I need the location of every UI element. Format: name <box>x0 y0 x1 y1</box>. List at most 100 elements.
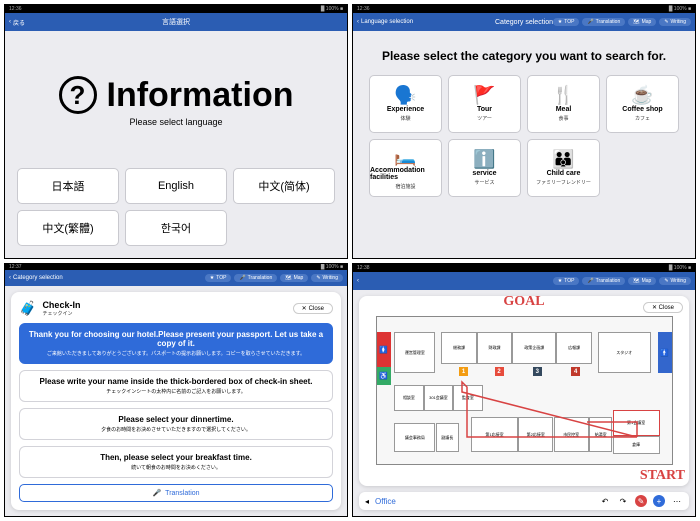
modal-subtitle: チェックイン <box>42 310 80 317</box>
category-coffee-shop[interactable]: ☕Coffee shopカフェ <box>606 75 679 133</box>
room: 第1応接室 <box>471 417 518 452</box>
lang-button-zh-tw[interactable]: 中文(繁體) <box>17 210 119 246</box>
map-canvas[interactable]: ✕ Close GOAL 🚺 ♿ 🚹 運営管理室 総務課 財政課 政策企画課 広… <box>359 296 689 487</box>
start-annotation: START <box>640 468 685 484</box>
step-2[interactable]: Please write your name inside the thick-… <box>19 370 333 402</box>
status-bar: 12:37█ 100% ■ <box>5 264 347 271</box>
page-title: Information <box>107 76 294 115</box>
category-service[interactable]: ℹ️serviceサービス <box>448 139 521 197</box>
room: 給湯室 <box>589 417 613 452</box>
room: 運営管理室 <box>394 332 435 373</box>
prev-button[interactable]: ◂ <box>365 497 369 506</box>
room: 政策企画課 <box>512 332 556 364</box>
category-child-care[interactable]: 👪Child careファミリーフレンドリー <box>527 139 600 197</box>
room: 監査室 <box>453 385 483 411</box>
navbar: ‹Language selection Category selection ★… <box>353 13 695 31</box>
category-icon: 🛏️ <box>394 147 416 165</box>
page-subtitle: Please select language <box>129 117 222 127</box>
category-icon: ℹ️ <box>473 150 495 168</box>
marker-4: 4 <box>571 367 580 376</box>
chevron-left-icon: ‹ <box>9 19 11 25</box>
undo-button[interactable]: ↶ <box>599 495 611 507</box>
more-button[interactable]: ⋯ <box>671 495 683 507</box>
room: 301会議室 <box>424 385 454 411</box>
category-experience[interactable]: 🗣️Experience体験 <box>369 75 442 133</box>
pill-writing[interactable]: ✎Writing <box>311 274 343 282</box>
room: 相談室 <box>394 385 424 411</box>
marker-3: 3 <box>533 367 542 376</box>
add-button[interactable]: + <box>653 495 665 507</box>
checkin-screen: 12:37█ 100% ■ ‹Category selection ★TOP 🎤… <box>4 263 348 518</box>
lang-button-en[interactable]: English <box>125 168 227 204</box>
nav-title: 言語選択 <box>162 17 190 27</box>
room-start: 第1会議室 <box>613 410 660 436</box>
restroom-male-icon: 🚹 <box>658 332 672 373</box>
pill-map[interactable]: 🗺Map <box>280 274 308 282</box>
category-accommodation-facilities[interactable]: 🛏️Accommodation facilities宿泊施設 <box>369 139 442 197</box>
room: 副議長 <box>436 423 460 452</box>
lang-button-ko[interactable]: 한국어 <box>125 210 227 246</box>
marker-1: 1 <box>459 367 468 376</box>
checkin-modal: 🧳 Check-In チェックイン ✕Close Thank you for c… <box>11 292 341 510</box>
pill-top[interactable]: ★TOP <box>553 277 580 285</box>
pill-writing[interactable]: ✎Writing <box>659 18 691 26</box>
chevron-left-icon: ‹ <box>9 275 11 281</box>
category-icon: 🚩 <box>473 86 495 104</box>
modal-title: Check-In <box>42 300 80 310</box>
status-bar: 12:36█ 100% ■ <box>353 5 695 13</box>
accessible-icon: ♿ <box>377 367 391 385</box>
room: 第2応接室 <box>518 417 553 452</box>
close-button[interactable]: ✕ Close <box>643 302 683 313</box>
chevron-left-icon: ‹ <box>357 19 359 25</box>
navbar: ‹Category selection ★TOP 🎤Translation 🗺M… <box>5 270 347 286</box>
back-button[interactable]: ‹Language selection <box>357 19 413 25</box>
pen-button[interactable]: ✎ <box>635 495 647 507</box>
category-icon: 🍴 <box>552 86 574 104</box>
close-icon: ✕ <box>302 305 307 312</box>
category-icon: 👪 <box>552 150 574 168</box>
pill-map[interactable]: 🗺Map <box>628 18 656 26</box>
redo-button[interactable]: ↷ <box>617 495 629 507</box>
room: 市民控室 <box>554 417 589 452</box>
category-icon: ☕ <box>631 86 653 104</box>
nav-title: Category selection <box>495 19 553 26</box>
pill-writing[interactable]: ✎Writing <box>659 277 691 285</box>
category-tour[interactable]: 🚩Tourツアー <box>448 75 521 133</box>
pill-translation[interactable]: 🎤Translation <box>234 274 277 282</box>
navbar: ‹ ★TOP 🎤Translation 🗺Map ✎Writing <box>353 272 695 290</box>
back-button[interactable]: ‹戻る <box>9 18 25 27</box>
status-bar: 12:36█ 100% ■ <box>5 5 347 13</box>
pill-translation[interactable]: 🎤Translation <box>582 18 625 26</box>
pill-translation[interactable]: 🎤Translation <box>582 277 625 285</box>
prompt: Please select the category you want to s… <box>361 49 687 63</box>
room: スタジオ <box>598 332 651 373</box>
step-1[interactable]: Thank you for choosing our hotel.Please … <box>19 323 333 364</box>
lang-button-ja[interactable]: 日本語 <box>17 168 119 204</box>
chevron-left-icon: ‹ <box>357 278 359 284</box>
status-bar: 12:38█ 100% ■ <box>353 264 695 272</box>
toolbar-label[interactable]: Office <box>375 497 396 506</box>
close-button[interactable]: ✕Close <box>293 303 333 314</box>
back-button[interactable]: ‹ <box>357 278 359 284</box>
category-icon: 🗣️ <box>394 86 416 104</box>
lang-button-zh-cn[interactable]: 中文(简体) <box>233 168 335 204</box>
room: 広報課 <box>556 332 591 364</box>
category-select-screen: 12:36█ 100% ■ ‹Language selection Catego… <box>352 4 696 259</box>
room: 倉庫 <box>613 436 660 454</box>
pill-map[interactable]: 🗺Map <box>628 277 656 285</box>
map-toolbar: ◂ Office ↶ ↷ ✎ + ⋯ <box>359 492 689 510</box>
step-3[interactable]: Please select your dinnertime.夕食のお時間をお決め… <box>19 408 333 440</box>
pill-top[interactable]: ★TOP <box>553 18 580 26</box>
language-select-screen: 12:36█ 100% ■ ‹戻る 言語選択 ? Information Ple… <box>4 4 348 259</box>
marker-2: 2 <box>495 367 504 376</box>
step-4[interactable]: Then, please select your breakfast time.… <box>19 446 333 478</box>
translation-button[interactable]: 🎤Translation <box>19 484 333 502</box>
pill-top[interactable]: ★TOP <box>205 274 232 282</box>
goal-annotation: GOAL <box>503 294 544 310</box>
room: 財政課 <box>477 332 512 364</box>
checkin-icon: 🧳 <box>19 300 36 317</box>
back-button[interactable]: ‹Category selection <box>9 275 63 281</box>
category-meal[interactable]: 🍴Meal食事 <box>527 75 600 133</box>
map-screen: 12:38█ 100% ■ ‹ ★TOP 🎤Translation 🗺Map ✎… <box>352 263 696 518</box>
restroom-female-icon: 🚺 <box>377 332 391 367</box>
